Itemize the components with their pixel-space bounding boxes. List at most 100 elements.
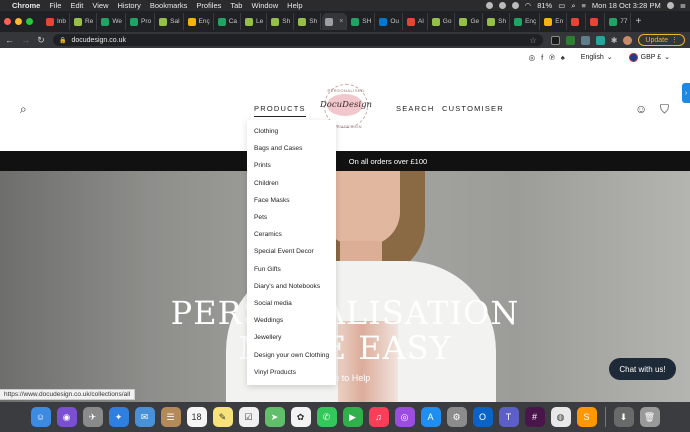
- more-menu-icon[interactable]: ⋮: [671, 36, 678, 44]
- wifi-icon[interactable]: ◠: [525, 1, 532, 10]
- profile-avatar[interactable]: [623, 35, 633, 45]
- reload-icon[interactable]: ↻: [37, 35, 45, 46]
- menu-app-name[interactable]: Chrome: [12, 1, 40, 10]
- dropdown-item[interactable]: Children: [247, 175, 336, 192]
- finder-icon[interactable]: ☺: [30, 407, 51, 427]
- siri-icon[interactable]: ◉: [56, 407, 77, 427]
- mail-icon[interactable]: ✉: [134, 407, 155, 427]
- browser-tab[interactable]: SH: [348, 13, 376, 30]
- url-text[interactable]: docudesign.co.uk: [71, 37, 125, 44]
- currency-selector[interactable]: GBP £ ⌄: [628, 52, 670, 62]
- language-selector[interactable]: English ⌄: [581, 53, 613, 62]
- browser-tab[interactable]: Enç: [185, 13, 214, 30]
- zoom-window-button[interactable]: [26, 18, 33, 25]
- browser-tab[interactable]: Sh: [295, 13, 322, 30]
- chrome-icon[interactable]: ◍: [550, 407, 571, 427]
- close-window-button[interactable]: [4, 18, 11, 25]
- browser-tab[interactable]: Re: [71, 13, 98, 30]
- sublime-icon[interactable]: S: [576, 407, 597, 427]
- browser-tab[interactable]: Sh: [484, 13, 511, 30]
- back-icon[interactable]: ←: [5, 35, 14, 45]
- photos-icon[interactable]: ✿: [290, 407, 311, 427]
- address-bar[interactable]: 🔒 docudesign.co.uk ☆: [53, 34, 543, 46]
- dropdown-item[interactable]: Pets: [247, 209, 336, 226]
- new-tab-icon[interactable]: +: [635, 16, 641, 27]
- bookmark-star-icon[interactable]: ☆: [530, 36, 537, 45]
- browser-tab[interactable]: [587, 13, 606, 30]
- extension-icon[interactable]: [550, 35, 560, 45]
- browser-tab[interactable]: 77: [606, 13, 632, 30]
- extensions-puzzle-icon[interactable]: ✱: [611, 36, 618, 45]
- forward-icon[interactable]: →: [21, 35, 30, 45]
- menu-tab[interactable]: Tab: [230, 1, 242, 10]
- calendar-icon[interactable]: 18: [186, 407, 207, 427]
- dropdown-item[interactable]: Special Event Decor: [247, 243, 336, 260]
- browser-tab[interactable]: Sh: [268, 13, 295, 30]
- dropdown-item[interactable]: Weddings: [247, 312, 336, 329]
- dropdown-item[interactable]: Clothing: [247, 123, 336, 140]
- status-item-icon[interactable]: [485, 2, 493, 9]
- menu-history[interactable]: History: [118, 1, 141, 10]
- status-item-icon[interactable]: [511, 2, 519, 9]
- browser-tab[interactable]: Enç: [511, 13, 541, 30]
- account-icon[interactable]: ☺: [635, 102, 647, 116]
- menu-help[interactable]: Help: [287, 1, 302, 10]
- maps-icon[interactable]: ➤: [264, 407, 285, 427]
- slack-icon[interactable]: #: [524, 407, 545, 427]
- browser-tab[interactable]: Sal: [156, 13, 184, 30]
- menu-edit[interactable]: Edit: [70, 1, 83, 10]
- browser-tab[interactable]: Go: [429, 13, 456, 30]
- snapchat-icon[interactable]: ♠: [561, 53, 565, 62]
- reminders-icon[interactable]: ☑: [238, 407, 259, 427]
- music-icon[interactable]: ♫: [368, 407, 389, 427]
- browser-tab[interactable]: Ou: [376, 13, 403, 30]
- notes-icon[interactable]: ✎: [212, 407, 233, 427]
- menu-file[interactable]: File: [49, 1, 61, 10]
- minimize-window-button[interactable]: [15, 18, 22, 25]
- search-icon[interactable]: ⌕: [571, 1, 575, 11]
- close-tab-icon[interactable]: ×: [339, 18, 343, 25]
- extension-icon[interactable]: [580, 35, 590, 45]
- menu-profiles[interactable]: Profiles: [196, 1, 221, 10]
- trash-icon[interactable]: 🗑: [639, 407, 660, 427]
- browser-tab[interactable]: En: [541, 13, 568, 30]
- control-center-icon[interactable]: ≡: [582, 1, 586, 10]
- search-icon[interactable]: ⌕: [20, 102, 27, 117]
- extension-icon[interactable]: [565, 35, 575, 45]
- contacts-icon[interactable]: ☰: [160, 407, 181, 427]
- pinterest-icon[interactable]: ℗: [549, 53, 555, 62]
- menu-view[interactable]: View: [92, 1, 108, 10]
- notification-center-icon[interactable]: ≣: [680, 1, 686, 10]
- nav-search[interactable]: SEARCH: [396, 104, 434, 113]
- dropdown-item[interactable]: Design your own Clothing: [247, 346, 336, 363]
- status-item-icon[interactable]: [498, 2, 506, 9]
- battery-icon[interactable]: ▭: [558, 1, 565, 10]
- browser-tab[interactable]: Pro: [127, 13, 156, 30]
- browser-tab[interactable]: Ca: [215, 13, 242, 30]
- browser-tab[interactable]: Ge: [456, 13, 484, 30]
- chat-button[interactable]: Chat with us!: [609, 358, 676, 380]
- dropdown-item[interactable]: Social media: [247, 295, 336, 312]
- instagram-icon[interactable]: ◎: [529, 53, 536, 62]
- extension-icon[interactable]: [595, 35, 605, 45]
- safari-icon[interactable]: ✦: [108, 407, 129, 427]
- datetime[interactable]: Mon 18 Oct 3:28 PM: [592, 1, 661, 10]
- lock-icon[interactable]: 🔒: [59, 37, 66, 44]
- browser-tab[interactable]: Le: [242, 13, 268, 30]
- browser-tab[interactable]: We: [98, 13, 126, 30]
- messages-icon[interactable]: ✆: [316, 407, 337, 427]
- dropdown-item[interactable]: Face Masks: [247, 192, 336, 209]
- menu-bookmarks[interactable]: Bookmarks: [150, 1, 188, 10]
- hero-banner[interactable]: PERSONALISATION MADE EASY Here to Help: [0, 171, 690, 402]
- system-preferences-icon[interactable]: ⚙: [446, 407, 467, 427]
- browser-tab[interactable]: Al: [404, 13, 428, 30]
- browser-tab[interactable]: ×: [322, 13, 348, 30]
- nav-customiser[interactable]: CUSTOMISER: [442, 104, 504, 113]
- launchpad-icon[interactable]: ✈: [82, 407, 103, 427]
- browser-tab[interactable]: Inb: [43, 13, 71, 30]
- dropdown-item[interactable]: Diary's and Notebooks: [247, 278, 336, 295]
- podcasts-icon[interactable]: ◎: [394, 407, 415, 427]
- teams-icon[interactable]: T: [498, 407, 519, 427]
- menu-window[interactable]: Window: [251, 1, 278, 10]
- facetime-icon[interactable]: ▶: [342, 407, 363, 427]
